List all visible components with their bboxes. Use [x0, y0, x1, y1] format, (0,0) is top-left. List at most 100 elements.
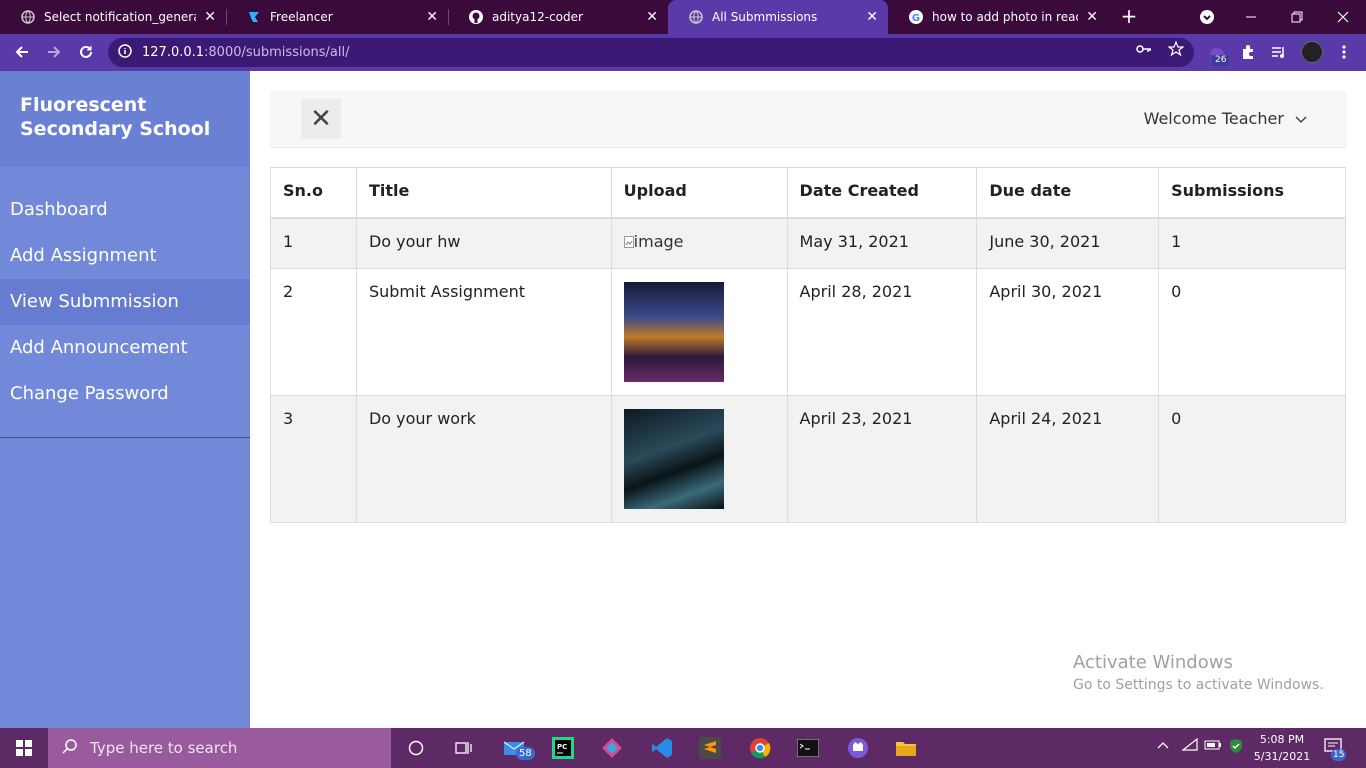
github-icon — [468, 9, 484, 25]
discord-like-icon[interactable] — [846, 736, 870, 760]
windows-taskbar: Type here to search 58 PC 5:08 PM 5/31/2… — [0, 728, 1366, 768]
user-dropdown[interactable]: Welcome Teacher — [1144, 109, 1307, 128]
tab-close-icon[interactable]: ✕ — [646, 9, 658, 25]
tab-github[interactable]: aditya12-coder ✕ — [448, 0, 668, 34]
sidebar-item-view-submission[interactable]: View Submmission — [0, 279, 250, 325]
sidebar-menu: Dashboard Add Assignment View Submmissio… — [0, 187, 250, 417]
cell-due-date: April 30, 2021 — [976, 268, 1160, 396]
cortana-icon[interactable] — [404, 736, 428, 760]
cell-title: Do your hw — [355, 217, 612, 269]
column-header: Due date — [976, 167, 1160, 219]
tab-title: Select notification_general to — [44, 10, 197, 24]
media-queue-icon[interactable] — [1268, 41, 1290, 63]
table-row[interactable]: 2 Submit Assignment April 28, 2021 April… — [270, 268, 1346, 396]
google-icon: G — [908, 9, 924, 25]
column-header: Upload — [610, 167, 788, 219]
table-row[interactable]: 3 Do your work April 23, 2021 April 24, … — [270, 395, 1346, 523]
school-brand[interactable]: Fluorescent Secondary School — [0, 71, 250, 167]
windows-start-icon[interactable] — [0, 728, 48, 768]
cell-due-date: April 24, 2021 — [976, 395, 1160, 523]
cell-upload: image — [610, 217, 788, 269]
address-bar[interactable]: 127.0.0.1:8000/submissions/all/ — [108, 38, 1194, 67]
cell-submissions: 0 — [1158, 268, 1346, 396]
window-close-icon[interactable] — [1320, 0, 1366, 34]
chevron-down-icon — [1295, 113, 1307, 128]
tab-close-icon[interactable]: ✕ — [204, 9, 216, 25]
tab-freelancer[interactable]: Freelancer ✕ — [226, 0, 448, 34]
profile-avatar[interactable] — [1301, 41, 1323, 63]
puzzle-icon[interactable] — [1237, 41, 1259, 63]
shield-icon[interactable] — [1228, 738, 1244, 758]
battery-icon[interactable] — [1204, 738, 1222, 756]
task-view-icon[interactable] — [452, 736, 476, 760]
extension-badge: 26 — [1212, 55, 1230, 66]
url-path: :8000/submissions/all/ — [204, 45, 350, 60]
tab-close-icon[interactable]: ✕ — [866, 9, 878, 25]
back-arrow-icon[interactable] — [10, 40, 34, 64]
top-navbar: ✕ Welcome Teacher — [270, 91, 1347, 148]
wifi-icon[interactable] — [1181, 737, 1198, 756]
image-alt-text: image — [633, 231, 684, 251]
system-clock[interactable]: 5:08 PM 5/31/2021 — [1252, 731, 1312, 765]
git-kraken-icon[interactable] — [600, 736, 624, 760]
tab-close-icon[interactable]: ✕ — [1086, 9, 1098, 25]
sidebar-item-add-assignment[interactable]: Add Assignment — [0, 233, 250, 279]
file-explorer-icon[interactable] — [894, 736, 918, 760]
globe-icon — [20, 9, 36, 25]
upload-thumbnail-image[interactable] — [623, 282, 724, 382]
brand-line-2: Secondary School — [20, 118, 211, 140]
tab-title: All Submmissions — [712, 10, 818, 24]
cell-title: Submit Assignment — [355, 268, 612, 396]
terminal-icon[interactable] — [796, 736, 820, 760]
new-tab-button[interactable]: + — [1118, 5, 1140, 27]
restore-icon[interactable] — [1274, 0, 1320, 34]
cell-date-created: April 28, 2021 — [786, 268, 978, 396]
chrome-icon[interactable] — [748, 736, 772, 760]
minimize-icon[interactable] — [1228, 0, 1274, 34]
freelancer-icon — [246, 9, 262, 25]
search-icon — [62, 738, 78, 758]
svg-text:PC: PC — [557, 743, 567, 751]
cell-sno: 3 — [270, 395, 357, 523]
cell-sno: 2 — [270, 268, 357, 396]
key-icon[interactable] — [1136, 41, 1152, 61]
vscode-icon[interactable] — [650, 736, 674, 760]
column-header: Title — [355, 167, 612, 219]
taskbar-search-box[interactable]: Type here to search — [48, 728, 391, 768]
tab-notification-general[interactable]: Select notification_general to ✕ — [0, 0, 226, 34]
sidebar-item-dashboard[interactable]: Dashboard — [0, 187, 250, 233]
cell-due-date: June 30, 2021 — [976, 217, 1160, 269]
watermark-title: Activate Windows — [1073, 652, 1233, 673]
sidebar-item-add-announcement[interactable]: Add Announcement — [0, 325, 250, 371]
reload-icon[interactable] — [74, 40, 98, 64]
table-header-row: Sn.o Title Upload Date Created Due date … — [270, 167, 1346, 219]
globe-icon — [688, 9, 704, 25]
cell-upload — [610, 395, 788, 523]
svg-text:G: G — [912, 13, 920, 24]
sublime-text-icon[interactable] — [698, 736, 722, 760]
cell-sno: 1 — [270, 217, 357, 269]
bookmark-star-icon[interactable] — [1167, 40, 1185, 61]
broken-image-icon[interactable]: image — [623, 231, 684, 251]
cell-date-created: May 31, 2021 — [786, 217, 978, 269]
table-row[interactable]: 1 Do your hw image May 31, 2021 June 30,… — [270, 217, 1346, 269]
sidebar-item-change-password[interactable]: Change Password — [0, 371, 250, 417]
submissions-table: Sn.o Title Upload Date Created Due date … — [270, 167, 1346, 523]
tab-close-icon[interactable]: ✕ — [426, 9, 438, 25]
sidebar-toggle-close-button[interactable]: ✕ — [301, 99, 341, 139]
chevron-up-icon[interactable] — [1156, 738, 1170, 756]
pycharm-icon[interactable]: PC — [551, 736, 575, 760]
forward-arrow-icon[interactable] — [42, 40, 66, 64]
cell-date-created: April 23, 2021 — [786, 395, 978, 523]
cell-submissions: 0 — [1158, 395, 1346, 523]
upload-thumbnail-image[interactable] — [623, 409, 724, 509]
kebab-menu-icon[interactable] — [1333, 41, 1355, 63]
tab-all-submissions[interactable]: All Submmissions ✕ — [668, 0, 888, 34]
site-info-icon[interactable] — [118, 43, 132, 62]
cell-title: Do your work — [355, 395, 612, 523]
close-icon: ✕ — [310, 104, 332, 134]
tab-title: Freelancer — [270, 10, 333, 24]
tab-google-search[interactable]: G how to add photo in readme ✕ — [888, 0, 1108, 34]
watermark-subtitle: Go to Settings to activate Windows. — [1073, 677, 1324, 693]
tab-search-icon[interactable] — [1184, 0, 1230, 34]
